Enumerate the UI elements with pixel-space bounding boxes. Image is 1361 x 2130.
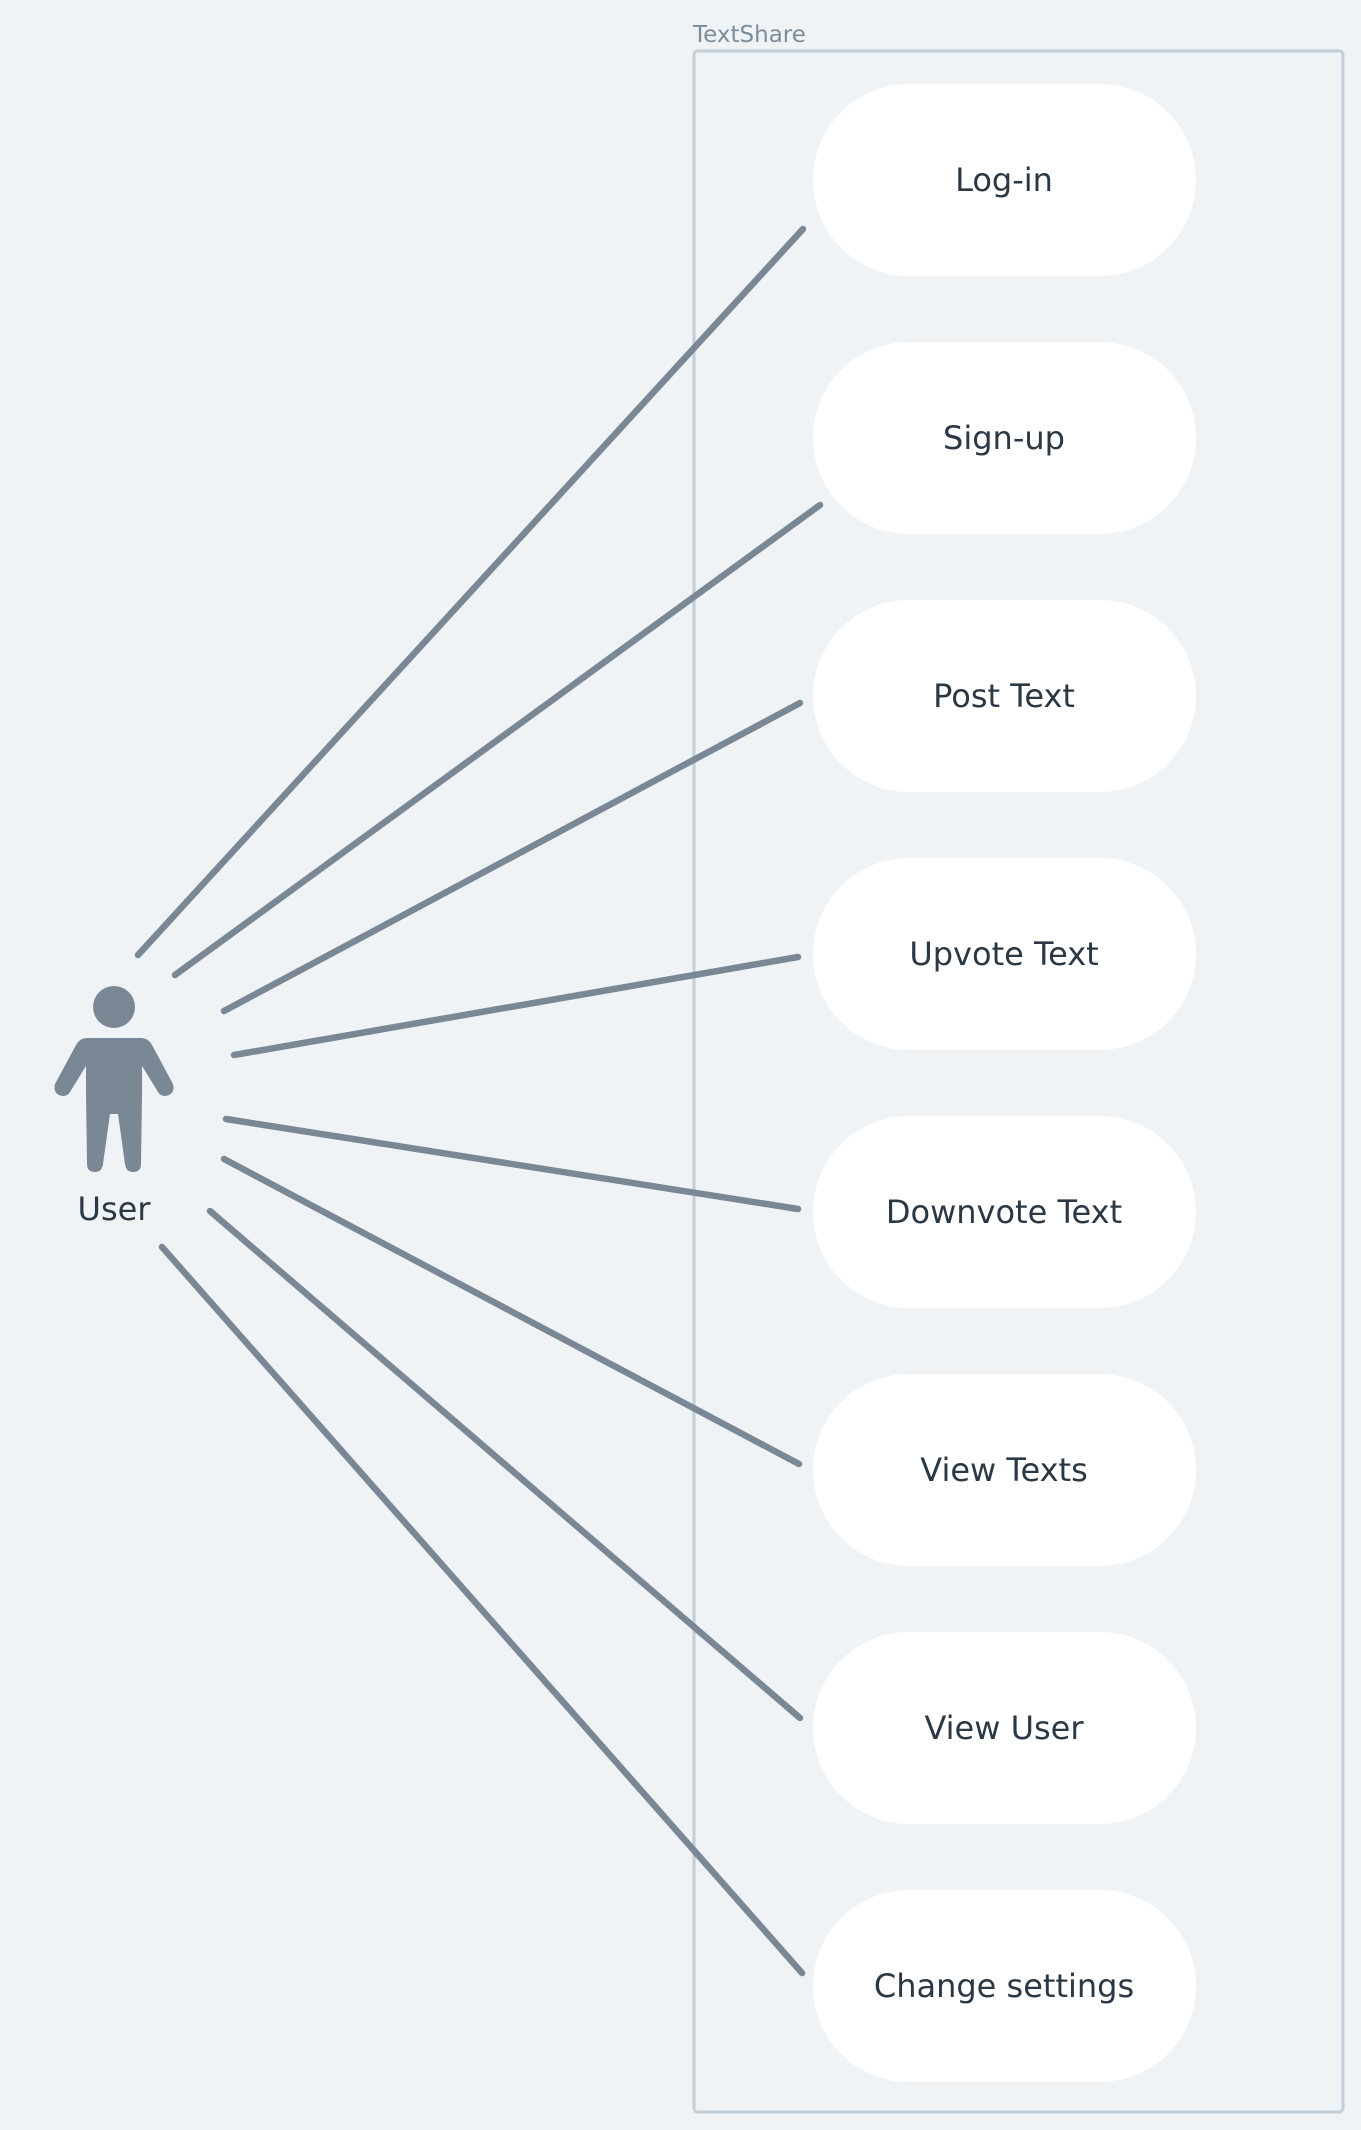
- person-icon: [54, 986, 174, 1172]
- use-case-log-in[interactable]: Log-in: [813, 84, 1196, 276]
- use-case-sign-up[interactable]: Sign-up: [813, 342, 1196, 534]
- associations: [134, 225, 824, 1977]
- use-case-upvote-text[interactable]: Upvote Text: [813, 858, 1196, 1050]
- use-case-label: Log-in: [955, 161, 1053, 199]
- association-line-view-user[interactable]: [206, 1207, 804, 1722]
- use-case-post-text[interactable]: Post Text: [813, 600, 1196, 792]
- use-case-change-settings[interactable]: Change settings: [813, 1890, 1196, 2082]
- association-line-sign-up[interactable]: [171, 501, 824, 979]
- use-case-label: Sign-up: [943, 419, 1065, 457]
- use-case-label: View User: [924, 1709, 1084, 1747]
- use-case-label: Downvote Text: [886, 1193, 1122, 1231]
- system-boundary-label: TextShare: [692, 22, 806, 48]
- actor-head: [93, 986, 135, 1028]
- actor-label: User: [78, 1190, 152, 1228]
- use-case-label: Upvote Text: [909, 935, 1098, 973]
- use-case-diagram: TextShare Log-in Sign-up Post Text Upvot…: [54, 22, 1345, 2114]
- association-line-change-settings[interactable]: [158, 1243, 806, 1977]
- use-case-view-texts[interactable]: View Texts: [813, 1374, 1196, 1566]
- association-line-upvote-text[interactable]: [230, 953, 802, 1059]
- association-line-downvote-text[interactable]: [222, 1115, 802, 1213]
- use-case-label: Change settings: [874, 1967, 1134, 2005]
- actor-user[interactable]: User: [54, 986, 174, 1228]
- use-case-view-user[interactable]: View User: [813, 1632, 1196, 1824]
- use-case-label: Post Text: [933, 677, 1075, 715]
- use-case-label: View Texts: [920, 1451, 1088, 1489]
- use-case-downvote-text[interactable]: Downvote Text: [813, 1116, 1196, 1308]
- association-line-post-text[interactable]: [220, 699, 804, 1015]
- actor-body: [54, 1038, 174, 1172]
